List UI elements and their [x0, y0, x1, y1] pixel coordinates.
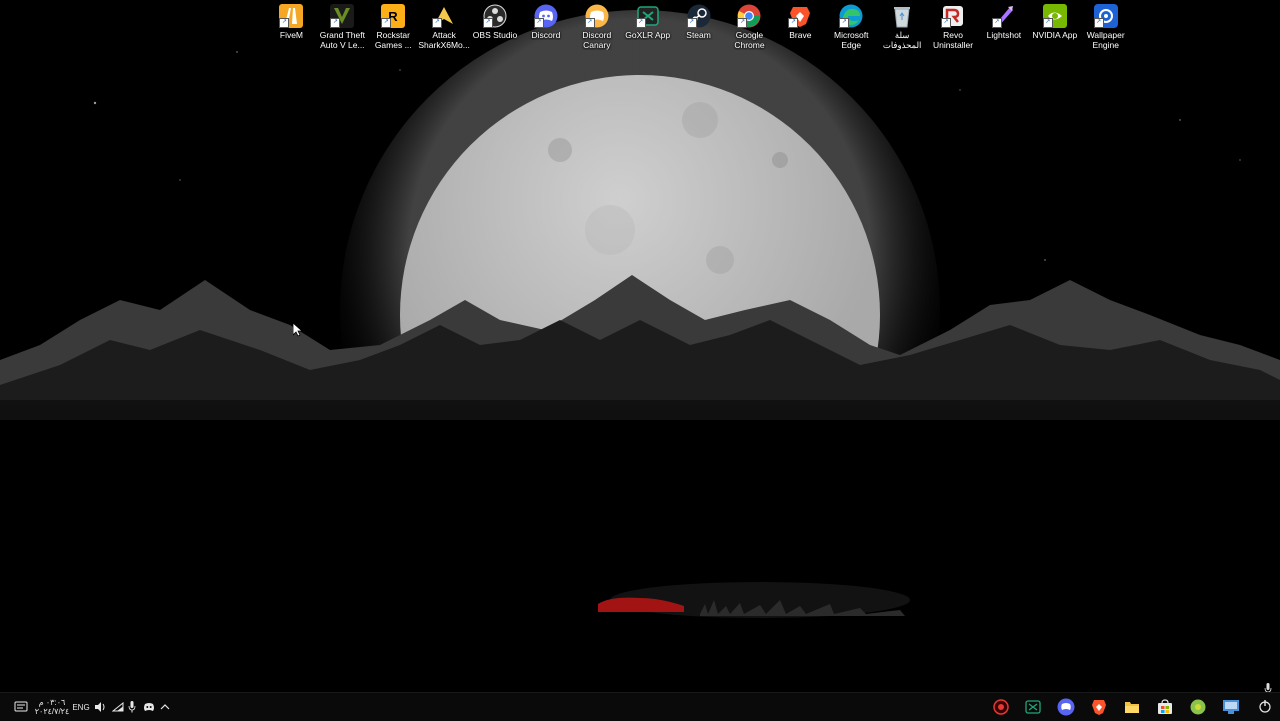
shortcut-arrow-icon: ↗ [1042, 18, 1053, 28]
desktop-shortcut-label: سلة المحذوفات [882, 30, 922, 50]
desktop-shortcut-revo[interactable]: ↗ Revo Uninstaller [928, 4, 979, 54]
shortcut-arrow-icon: ↗ [381, 18, 392, 28]
desktop-shortcut-rockstar[interactable]: R ↗ Rockstar Games ... [368, 4, 419, 54]
language-indicator[interactable]: ENG [71, 693, 91, 721]
wallpaper-engine-icon: ↗ [1093, 4, 1118, 28]
goxlr-taskbar-icon[interactable] [1022, 693, 1044, 721]
edge-icon: ↗ [839, 4, 863, 28]
mic-icon[interactable] [126, 693, 138, 721]
clock-date: ٢٠٢٤/٧/٢٤ [34, 707, 70, 716]
desktop-shortcut-gta[interactable]: ↗ Grand Theft Auto V Le... [317, 4, 368, 54]
desktop-shortcut-fivem[interactable]: ↗ FiveM [266, 4, 317, 54]
desktop-shortcut-label: OBS Studio [472, 30, 518, 40]
desktop-shortcut-lightshot[interactable]: ↗ Lightshot [978, 4, 1029, 54]
desktop-shortcut-discord[interactable]: ↗ Discord [520, 4, 571, 54]
app-icon[interactable] [1220, 693, 1242, 721]
desktop-shortcut-label: Brave [789, 30, 812, 40]
desktop-shortcut-label: Discord [531, 30, 561, 40]
shortcut-arrow-icon: ↗ [533, 18, 544, 28]
recycle-bin-icon [890, 4, 914, 28]
shortcut-arrow-icon: ↗ [432, 18, 443, 28]
desktop-shortcut-label: NVIDIA App [1032, 30, 1078, 40]
network-icon[interactable] [110, 693, 126, 721]
shortcut-arrow-icon: ↗ [839, 18, 850, 28]
revo-icon: ↗ [941, 4, 965, 28]
store-icon[interactable] [1154, 693, 1176, 721]
taskbar-clock[interactable]: ٠٣:٠٦ م ٢٠٢٤/٧/٢٤ [34, 693, 70, 721]
desktop-shortcut-label: GoXLR App [625, 30, 671, 40]
desktop-shortcut-discord-canary[interactable]: ↗ Discord Canary [571, 4, 622, 54]
goxlr-icon: ↗ [635, 4, 660, 28]
desktop-shortcut-label: Microsoft Edge [834, 30, 869, 50]
rockstar-icon: R ↗ [381, 4, 406, 28]
razer-icon[interactable] [1187, 693, 1209, 721]
taskbar: ٠٣:٠٦ م ٢٠٢٤/٧/٢٤ ENG [0, 692, 1280, 721]
desktop-shortcut-edge[interactable]: ↗ Microsoft Edge [826, 4, 877, 54]
shortcut-arrow-icon: ↗ [483, 18, 493, 28]
shortcut-arrow-icon: ↗ [330, 18, 341, 28]
desktop-shortcut-attack-shark[interactable]: ↗ Attack SharkX6Mo... [418, 4, 470, 54]
discord-tray-icon[interactable] [141, 693, 157, 721]
shortcut-arrow-icon: ↗ [788, 18, 799, 28]
shortcut-arrow-icon: ↗ [1093, 18, 1104, 28]
obs-icon: ↗ [483, 4, 507, 28]
desktop-shortcut-label: Steam [686, 30, 711, 40]
desktop-shortcut-label: Revo Uninstaller [932, 30, 974, 50]
desktop-shortcut-wallpaper-engine[interactable]: ↗ Wallpaper Engine [1080, 4, 1131, 54]
shortcut-arrow-icon: ↗ [584, 18, 595, 28]
brave-taskbar-icon[interactable] [1088, 693, 1110, 721]
notification-icon[interactable] [8, 693, 34, 721]
gta-icon: ↗ [330, 4, 355, 28]
clock-time: ٠٣:٠٦ م [38, 698, 66, 707]
show-hidden-icon[interactable] [158, 693, 172, 721]
language-label: ENG [72, 702, 90, 712]
shortcut-arrow-icon: ↗ [941, 18, 952, 28]
brave-icon: ↗ [788, 4, 812, 28]
shortcut-arrow-icon: ↗ [737, 18, 748, 28]
desktop-shortcut-steam[interactable]: ↗ Steam [673, 4, 724, 54]
steam-icon: ↗ [686, 4, 711, 28]
shortcut-arrow-icon: ↗ [686, 18, 697, 28]
shortcut-arrow-icon: ↗ [991, 18, 1002, 28]
shortcut-arrow-icon: ↗ [635, 18, 646, 28]
desktop-shortcut-label: Grand Theft Auto V Le... [319, 30, 365, 50]
desktop-shortcut-label: Rockstar Games ... [374, 30, 412, 50]
chrome-icon: ↗ [737, 4, 761, 28]
discord-canary-icon: ↗ [584, 4, 609, 28]
discord-icon: ↗ [533, 4, 558, 28]
desktop-shortcut-label: Discord Canary [582, 30, 612, 50]
desktop-shortcut-goxlr[interactable]: ↗ GoXLR App [622, 4, 673, 54]
desktop-shortcut-label: Attack SharkX6Mo... [418, 30, 470, 50]
desktop-shortcut-chrome[interactable]: ↗ Google Chrome [724, 4, 775, 54]
fivem-icon: ↗ [279, 4, 304, 28]
desktop-shortcut-label: FiveM [279, 30, 304, 40]
mouse-cursor-icon [293, 323, 303, 337]
nvidia-icon: ↗ [1042, 4, 1067, 28]
desktop-shortcut-obs[interactable]: ↗ OBS Studio [470, 4, 521, 54]
shortcut-arrow-icon: ↗ [279, 18, 290, 28]
desktop-shortcut-label: Wallpaper Engine [1086, 30, 1125, 50]
volume-icon[interactable] [92, 693, 108, 721]
desktop-wallpaper [0, 0, 1280, 692]
discord-taskbar-icon[interactable] [1055, 693, 1077, 721]
desktop-shortcut-nvidia[interactable]: ↗ NVIDIA App [1029, 4, 1080, 54]
file-explorer-icon[interactable] [1121, 693, 1143, 721]
start-icon[interactable] [1253, 693, 1277, 721]
record-icon[interactable] [990, 693, 1012, 721]
lightshot-icon: ↗ [991, 4, 1016, 28]
desktop-shortcut-brave[interactable]: ↗ Brave [775, 4, 826, 54]
desktop-shortcut-recycle-bin[interactable]: سلة المحذوفات [877, 4, 928, 54]
attack-shark-icon: ↗ [432, 4, 456, 28]
desktop-icons: ↗ FiveM ↗ Grand Theft Auto V Le... R ↗ Rocksta… [266, 4, 1132, 54]
desktop-shortcut-label: Google Chrome [734, 30, 765, 50]
desktop-shortcut-label: Lightshot [986, 30, 1022, 40]
